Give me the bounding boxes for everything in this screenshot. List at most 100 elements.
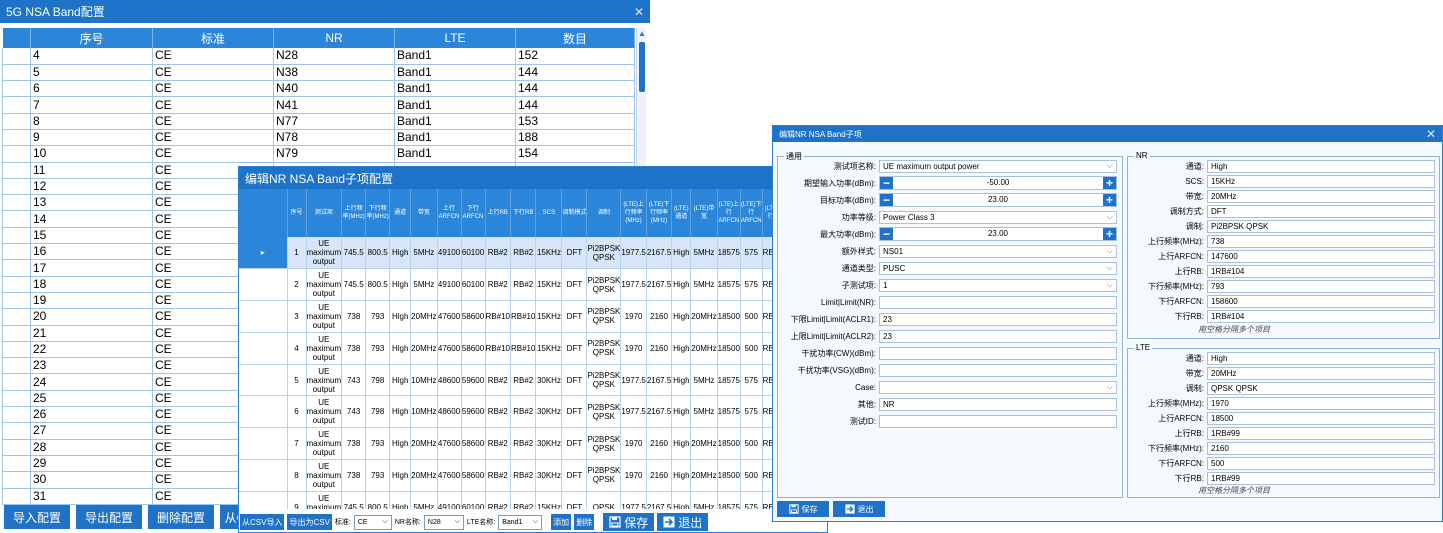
nr-mod-mode-input[interactable]: DFT bbox=[1207, 204, 1435, 218]
lte-dl-arfcn-input[interactable]: 500 bbox=[1207, 456, 1435, 470]
table-header-cell[interactable]: (LTE)带宽 bbox=[690, 189, 718, 237]
table-header-cell[interactable]: 带宽 bbox=[410, 189, 438, 237]
table-row[interactable]: 5 CE N38 Band1 144 bbox=[2, 64, 635, 82]
other-input[interactable]: NR bbox=[879, 397, 1117, 411]
table-row[interactable]: 9UE maximum output745.5800.5High5MHz4910… bbox=[239, 491, 814, 509]
table-row[interactable]: 8 CE N77 Band1 153 bbox=[2, 113, 635, 130]
lower-limit-input[interactable]: 23 bbox=[879, 312, 1117, 326]
vsg-power-input[interactable] bbox=[879, 363, 1117, 377]
table-row[interactable]: 5 UE maximum output 743 798 High 10MHz 48600 59… bbox=[239, 364, 814, 397]
scroll-up-icon[interactable]: ▲ bbox=[638, 29, 646, 38]
table-header-row-header-cell[interactable] bbox=[2, 28, 31, 48]
table-header-cell[interactable]: 调制模式 bbox=[561, 189, 588, 237]
table-header-cell[interactable]: 调制 bbox=[586, 189, 622, 237]
lte-name-select[interactable]: Band1 ⌵ bbox=[498, 514, 543, 530]
table-header-cell[interactable]: 序号 bbox=[287, 189, 307, 237]
row-selector[interactable] bbox=[239, 364, 288, 397]
lte-ul-rb-input[interactable]: 1RB#99 bbox=[1207, 426, 1435, 440]
row-selector[interactable]: ▸ bbox=[239, 237, 288, 270]
test-id-input[interactable] bbox=[879, 414, 1117, 428]
table-header-cell[interactable]: 测试项 bbox=[306, 189, 343, 237]
power-class-select[interactable]: Power Class 3 ⌵ bbox=[879, 210, 1117, 224]
max-power-stepper[interactable]: −23.00 + bbox=[879, 227, 1117, 241]
row-header-cell[interactable] bbox=[239, 189, 288, 237]
table-header-cell[interactable]: (LTE)下行频率(MHz) bbox=[646, 189, 673, 237]
table-row[interactable]: 4 UE maximum output 738 793 High 20MHz 47600 58… bbox=[239, 332, 814, 365]
table-header-cell[interactable]: 下行RB bbox=[510, 189, 537, 237]
test-name-select[interactable]: UE maximum output power ⌵ bbox=[879, 159, 1117, 173]
table-header-cell[interactable]: (LTE)上行频率(MHz) bbox=[620, 189, 647, 237]
nr-ul-rb-input[interactable]: 1RB#104 bbox=[1207, 264, 1435, 278]
table-row[interactable]: 7 UE maximum output 738 793 High 20MHz 47600 58… bbox=[239, 427, 814, 461]
case-select[interactable]: ⌵ bbox=[879, 380, 1117, 394]
channel-type-select[interactable]: PUSC ⌵ bbox=[879, 261, 1117, 275]
table-row[interactable]: 6 CE N40 Band1 144 bbox=[2, 80, 635, 98]
row-selector[interactable] bbox=[239, 300, 288, 333]
table-row[interactable]: 9 CE N78 Band1 188 bbox=[2, 129, 635, 147]
nr-dl-rb-input[interactable]: 1RB#104 bbox=[1207, 309, 1435, 323]
export-config-button[interactable]: 导出配置 bbox=[76, 505, 142, 529]
table-header-col-standard[interactable]: 标准 bbox=[152, 28, 274, 48]
lte-ul-arfcn-input[interactable]: 18500 bbox=[1207, 411, 1435, 425]
row-selector[interactable] bbox=[239, 459, 288, 492]
nr-dl-arfcn-input[interactable]: 158600 bbox=[1207, 294, 1435, 308]
close-icon[interactable]: ✕ bbox=[1426, 127, 1436, 141]
table-header-cell[interactable]: 上行RB bbox=[485, 189, 511, 237]
scroll-thumb[interactable] bbox=[639, 42, 645, 92]
row-selector[interactable] bbox=[239, 268, 288, 302]
lte-dl-rb-input[interactable]: 1RB#99 bbox=[1207, 471, 1435, 485]
exit-button[interactable]: 退出 bbox=[833, 501, 885, 517]
lte-bandwidth-input[interactable]: 20MHz bbox=[1207, 366, 1435, 380]
target-power-stepper[interactable]: −23.00 + bbox=[879, 193, 1117, 207]
nr-channel-input[interactable]: High bbox=[1207, 159, 1435, 173]
extra-style-select[interactable]: NS01 ⌵ bbox=[879, 244, 1117, 258]
export-csv-button[interactable]: 导出为CSV bbox=[287, 514, 332, 530]
table-header-cell[interactable]: SCS bbox=[535, 189, 563, 237]
standard-select[interactable]: CE ⌵ bbox=[353, 514, 392, 530]
table-header-col-lte[interactable]: LTE bbox=[394, 28, 516, 48]
nr-ul-arfcn-input[interactable]: 147600 bbox=[1207, 249, 1435, 263]
table-row[interactable]: 10 CE N79 Band1 154 bbox=[2, 145, 635, 163]
table-row[interactable]: 2 UE maximum output 745.5 800.5 High 5MHz 4910… bbox=[239, 268, 814, 302]
nr-scs-input[interactable]: 15KHz bbox=[1207, 174, 1435, 188]
expected-power-stepper[interactable]: − -50.00 + bbox=[879, 176, 1117, 190]
table-row[interactable]: 8 UE maximum output 738 793 High 20MHz 47600 58… bbox=[239, 459, 814, 492]
table-row[interactable]: 7 CE N41 Band1 144 bbox=[2, 96, 635, 114]
lte-channel-input[interactable]: High bbox=[1207, 351, 1435, 365]
table-header-col-index[interactable]: 序号 bbox=[30, 28, 153, 48]
table-header-cell[interactable]: 通道 bbox=[389, 189, 412, 237]
table-header-cell[interactable]: (LTE)通道 bbox=[671, 189, 692, 237]
save-button[interactable]: 保存 bbox=[603, 513, 655, 531]
table-row[interactable]: 3 UE maximum output 738 793 High 20MHz 47600 58… bbox=[239, 300, 814, 333]
subtest-select[interactable]: 1 ⌵ bbox=[879, 278, 1117, 292]
table-row[interactable]: 4 CE N28 Band1 152 bbox=[2, 48, 635, 65]
add-button[interactable]: 添加 bbox=[551, 514, 572, 530]
close-icon[interactable]: ✕ bbox=[634, 5, 644, 19]
table-header-col-count[interactable]: 数目 bbox=[515, 28, 635, 48]
nr-modulation-input[interactable]: Pi2BPSK QPSK bbox=[1207, 219, 1435, 233]
table-row[interactable]: ▸ 1 UE maximum output 745.5 800.5 High 5MHz 491… bbox=[239, 237, 814, 270]
cw-power-input[interactable] bbox=[879, 346, 1117, 360]
exit-button[interactable]: 退出 bbox=[657, 513, 709, 531]
save-button[interactable]: 保存 bbox=[777, 501, 829, 517]
table-header-cell[interactable]: (LTE)上行ARFCN bbox=[717, 189, 741, 237]
limit-nr-input[interactable] bbox=[879, 295, 1117, 309]
lte-modulation-input[interactable]: QPSK QPSK bbox=[1207, 381, 1435, 395]
delete-button[interactable]: 删除 bbox=[574, 514, 595, 530]
table-header-cell[interactable]: 上行频率(MHz) bbox=[341, 189, 367, 237]
nr-dl-freq-input[interactable]: 793 bbox=[1207, 279, 1435, 293]
nr-bandwidth-input[interactable]: 20MHz bbox=[1207, 189, 1435, 203]
nr-name-select[interactable]: N28 ⌵ bbox=[423, 514, 464, 530]
row-selector[interactable] bbox=[239, 491, 288, 509]
row-selector[interactable] bbox=[239, 395, 288, 429]
table-header-col-nr[interactable]: NR bbox=[273, 28, 395, 48]
table-header-cell[interactable]: 下行ARFCN bbox=[461, 189, 486, 237]
row-selector[interactable] bbox=[239, 332, 288, 365]
row-selector[interactable] bbox=[239, 427, 288, 461]
table-header-cell[interactable]: (LTE)下行ARFCN bbox=[740, 189, 763, 237]
delete-config-button[interactable]: 删除配置 bbox=[148, 505, 214, 529]
table-header-cell[interactable]: 下行频率(MHz) bbox=[365, 189, 391, 237]
nr-ul-freq-input[interactable]: 738 bbox=[1207, 234, 1435, 248]
table-row[interactable]: 6 UE maximum output 743 798 High 10MHz 48600 59… bbox=[239, 395, 814, 429]
upper-limit-input[interactable]: 23 bbox=[879, 329, 1117, 343]
